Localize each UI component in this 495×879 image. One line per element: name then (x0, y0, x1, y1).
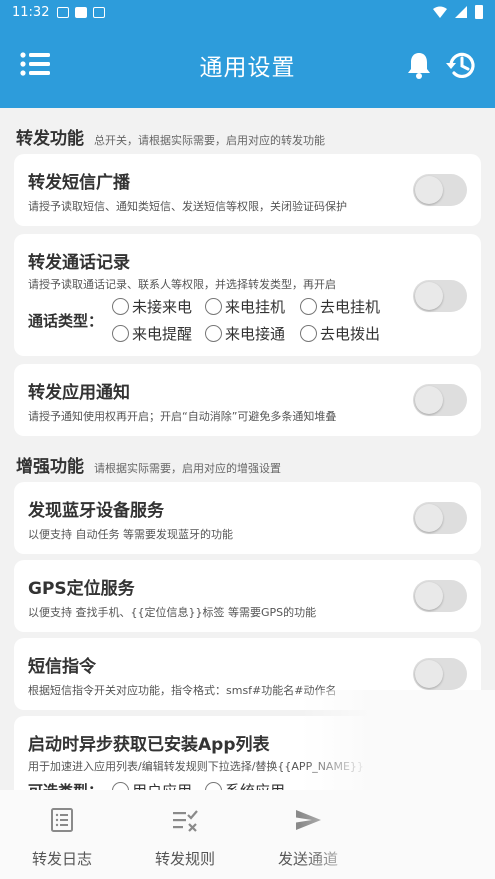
forward-sms-toggle[interactable] (413, 174, 467, 206)
nav-label: 发送通道 (277, 850, 338, 868)
card-title: 发现蓝牙设备服务 (28, 501, 164, 521)
radio-label: 系统应用 (225, 780, 285, 790)
radio-circle (300, 298, 317, 315)
rule-check-icon (173, 810, 198, 832)
bluetooth-toggle[interactable] (413, 502, 467, 534)
toggle-knob (415, 282, 443, 310)
sms-command-toggle[interactable] (413, 658, 467, 690)
card-forward-app-notify: 转发应用通知 请授予通知使用权再开启；开启“自动消除”可避免多条通知堆叠 (14, 364, 481, 436)
battery-icon (475, 5, 483, 19)
radio-label: 来电提醒 (132, 325, 193, 343)
card-title: 启动时异步获取已安装App列表 (28, 735, 270, 755)
radio-label: 去电挂机 (320, 298, 381, 316)
bottom-nav: 转发日志 转发规则 发送通道 (0, 790, 495, 879)
radio-system-apps[interactable]: 系统应用 (205, 780, 285, 790)
toggle-knob (415, 386, 443, 414)
send-icon (296, 810, 321, 830)
card-desc: 请授予读取短信、通知类短信、发送短信等权限，关闭验证码保护 (28, 200, 347, 213)
settings-content[interactable]: 转发功能 总开关，请根据实际需要，启用对应的转发功能 转发短信广播 请授予读取短… (0, 108, 495, 790)
section-desc: 总开关，请根据实际需要，启用对应的转发功能 (94, 134, 325, 147)
nav-send-channel[interactable]: 发送通道 (248, 790, 368, 879)
nav-forward-log[interactable]: 转发日志 (2, 790, 122, 879)
radio-label: 去电拨出 (320, 325, 381, 343)
radio-label: 用户应用 (132, 780, 192, 790)
radio-circle (205, 298, 222, 315)
call-type-label: 通话类型： (28, 312, 104, 330)
bell-icon[interactable] (404, 50, 434, 80)
forward-call-toggle[interactable] (413, 280, 467, 312)
radio-incoming-answered[interactable]: 来电接通 (205, 323, 285, 344)
radio-circle (300, 325, 317, 342)
section-title: 转发功能 (16, 129, 84, 149)
status-time: 11:32 (12, 4, 50, 20)
toggle-knob (415, 504, 443, 532)
card-desc: 请授予通知使用权再开启；开启“自动消除”可避免多条通知堆叠 (28, 410, 337, 423)
app-bar: 通用设置 (0, 24, 495, 108)
card-forward-sms: 转发短信广播 请授予读取短信、通知类短信、发送短信等权限，关闭验证码保护 (14, 154, 481, 226)
card-bluetooth: 发现蓝牙设备服务 以便支持 自动任务 等需要发现蓝牙的功能 (14, 482, 481, 554)
app-list-toggle[interactable] (413, 754, 467, 786)
section-enhance: 增强功能 请根据实际需要，启用对应的增强设置 (16, 452, 281, 477)
card-title: 转发短信广播 (28, 173, 130, 193)
message-notification-icon (57, 6, 70, 18)
radio-label: 未接来电 (132, 298, 193, 316)
gps-toggle[interactable] (413, 580, 467, 612)
radio-circle (205, 782, 222, 790)
wifi-icon (433, 6, 447, 18)
radio-circle (112, 325, 129, 342)
toggle-knob (415, 176, 443, 204)
section-desc: 请根据实际需要，启用对应的增强设置 (94, 462, 281, 475)
radio-circle (205, 325, 222, 342)
card-title: 短信指令 (28, 657, 96, 677)
radio-outgoing-hangup[interactable]: 去电挂机 (300, 296, 380, 317)
radio-user-apps[interactable]: 用户应用 (112, 780, 192, 790)
forward-app-notify-toggle[interactable] (413, 384, 467, 416)
card-desc: 以便支持 查找手机、{{定位信息}}标签 等需要GPS的功能 (28, 606, 317, 619)
card-title: GPS定位服务 (28, 579, 135, 599)
card-desc: 用于加速进入应用列表/编辑转发规则下拉选择/替换{{APP_NAME}} (28, 760, 364, 773)
radio-incoming-hangup[interactable]: 来电挂机 (205, 296, 285, 317)
app-type-label: 可选类型： (28, 780, 103, 790)
history-icon[interactable] (444, 48, 478, 82)
radio-outgoing-dial[interactable]: 去电拨出 (300, 323, 380, 344)
card-gps: GPS定位服务 以便支持 查找手机、{{定位信息}}标签 等需要GPS的功能 (14, 560, 481, 632)
card-app-list: 启动时异步获取已安装App列表 用于加速进入应用列表/编辑转发规则下拉选择/替换… (14, 716, 481, 790)
signal-icon (455, 6, 467, 18)
card-forward-call: 转发通话记录 请授予读取通话记录、联系人等权限，并选择转发类型，再开启 通话类型… (14, 234, 481, 356)
card-title: 转发通话记录 (28, 253, 130, 273)
radio-missed-call[interactable]: 未接来电 (112, 296, 192, 317)
radio-label: 来电挂机 (225, 298, 286, 316)
nav-label: 转发日志 (31, 850, 92, 868)
radio-circle (112, 298, 129, 315)
toggle-knob (415, 582, 443, 610)
toggle-knob (415, 756, 443, 784)
card-sms-command: 短信指令 根据短信指令开关对应功能，指令格式：smsf#功能名#动作名 (14, 638, 481, 710)
card-desc: 以便支持 自动任务 等需要发现蓝牙的功能 (28, 528, 233, 541)
section-forward: 转发功能 总开关，请根据实际需要，启用对应的转发功能 (16, 124, 325, 149)
app-notification-icon (93, 6, 106, 18)
radio-label: 来电接通 (225, 325, 286, 343)
nav-forward-rules[interactable]: 转发规则 (125, 790, 245, 879)
nav-label: 转发规则 (154, 850, 215, 868)
radio-incoming-alert[interactable]: 来电提醒 (112, 323, 192, 344)
section-title: 增强功能 (16, 457, 84, 477)
toggle-knob (415, 660, 443, 688)
log-list-icon (51, 808, 73, 832)
card-desc: 根据短信指令开关对应功能，指令格式：smsf#功能名#动作名 (28, 684, 337, 697)
radio-circle (112, 782, 129, 790)
notification-square-icon (75, 6, 88, 18)
status-bar: 11:32 (0, 0, 495, 24)
card-desc: 请授予读取通话记录、联系人等权限，并选择转发类型，再开启 (28, 278, 336, 291)
card-title: 转发应用通知 (28, 383, 130, 403)
